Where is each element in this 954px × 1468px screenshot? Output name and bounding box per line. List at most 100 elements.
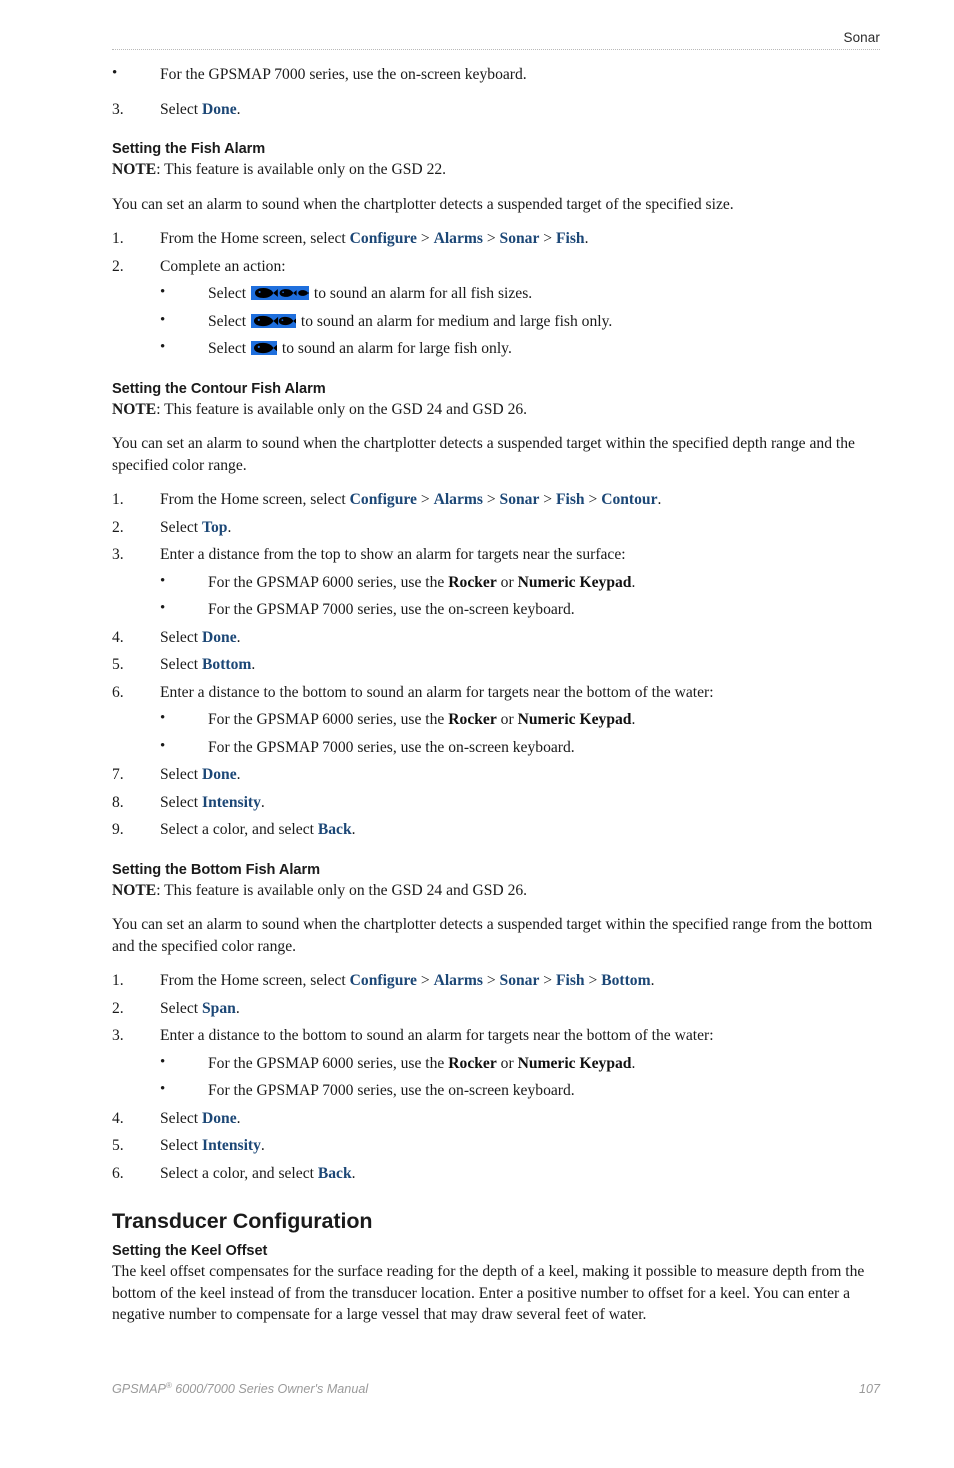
nav-token-bottom[interactable]: Bottom [202, 656, 251, 673]
numbered-step: 7. Select Done. [112, 764, 882, 786]
step-number: 9. [112, 821, 124, 838]
nav-token-span[interactable]: Span [202, 1000, 236, 1017]
step-text-post: . [584, 230, 589, 247]
step-text-pre: From the Home screen, select [160, 491, 350, 508]
list-item-text-post: to sound an alarm for medium and large f… [297, 312, 613, 330]
nav-token-done[interactable]: Done [202, 101, 237, 118]
path-separator: > [416, 972, 434, 989]
step-text-post: . [657, 491, 662, 508]
step-text-pre: Select [160, 656, 202, 673]
control-rocker: Rocker [448, 711, 497, 728]
nav-token-top[interactable]: Top [202, 519, 227, 536]
step-number: 3. [112, 546, 124, 563]
list-item: • For the GPSMAP 7000 series, use the on… [160, 737, 882, 759]
nav-token-sonar[interactable]: Sonar [500, 972, 540, 989]
intro-contour-fish-alarm: You can set an alarm to sound when the c… [112, 435, 855, 474]
bullet-glyph: • [160, 737, 166, 754]
step-text-post: . [351, 821, 356, 838]
fish-icon-one[interactable] [251, 341, 277, 355]
step-number: 3. [112, 1027, 124, 1044]
list-item-text: For the GPSMAP 7000 series, use the on-s… [208, 1082, 575, 1099]
list-item-text-post: . [631, 1054, 636, 1072]
bullet-glyph: • [160, 311, 166, 328]
step-text-pre: Select [160, 766, 202, 783]
nav-token-fish[interactable]: Fish [556, 491, 585, 508]
step-text-post: . [227, 518, 232, 536]
list-item-text-mid: or [496, 711, 518, 728]
step-text-post: . [650, 972, 655, 989]
step-number: 6. [112, 1164, 124, 1182]
header-divider [112, 49, 880, 50]
manual-page: Sonar • For the GPSMAP 7000 series, use … [0, 0, 954, 1468]
step-number: 6. [112, 683, 124, 701]
nav-token-contour[interactable]: Contour [601, 491, 657, 508]
fish-icon-three[interactable] [251, 286, 309, 300]
nav-token-bottom[interactable]: Bottom [601, 972, 650, 989]
list-item-text-pre: For the GPSMAP 6000 series, use the [208, 711, 449, 728]
section-heading-contour-fish-alarm: Setting the Contour Fish Alarm [112, 380, 326, 397]
bullet-glyph: • [160, 572, 166, 589]
section-heading-bottom-fish-alarm: Setting the Bottom Fish Alarm [112, 861, 321, 878]
step-text: Complete an action: [160, 257, 286, 275]
note-bottom-fish-alarm: NOTE: This feature is available only on … [112, 880, 882, 902]
list-item: • For the GPSMAP 7000 series, use the on… [112, 64, 882, 86]
list-item-text-post: to sound an alarm for large fish only. [278, 340, 512, 357]
nav-token-sonar[interactable]: Sonar [500, 230, 540, 247]
step-number: 1. [112, 491, 124, 508]
step-number: 7. [112, 766, 124, 783]
list-item-text-pre: Select [208, 285, 250, 302]
nav-token-back[interactable]: Back [318, 1165, 352, 1182]
nav-token-done[interactable]: Done [202, 629, 237, 646]
numbered-step: 4. Select Done. [112, 627, 882, 649]
path-separator: > [416, 230, 434, 247]
note-label: NOTE [112, 881, 157, 899]
nav-token-alarms[interactable]: Alarms [434, 491, 483, 508]
nav-token-configure[interactable]: Configure [350, 972, 417, 989]
nav-token-intensity[interactable]: Intensity [202, 794, 261, 811]
nav-token-configure[interactable]: Configure [350, 491, 417, 508]
running-header: Sonar [112, 30, 880, 50]
step-text-pre: Select a color, and select [160, 1164, 318, 1182]
nav-token-alarms[interactable]: Alarms [434, 230, 483, 247]
list-item: • For the GPSMAP 7000 series, use the on… [160, 1080, 882, 1102]
step-number: 4. [112, 1109, 124, 1127]
nav-token-alarms[interactable]: Alarms [434, 972, 483, 989]
list-item-text-mid: or [496, 1054, 518, 1072]
numbered-step: 1. From the Home screen, select Configur… [112, 489, 882, 511]
list-item: • Select to sound an alarm for all fish … [160, 283, 882, 305]
step-number: 2. [112, 257, 124, 275]
list-item-text: For the GPSMAP 7000 series, use the on-s… [208, 601, 575, 618]
step-text-post: . [236, 766, 241, 783]
nav-token-done[interactable]: Done [202, 766, 237, 783]
path-separator: > [584, 972, 602, 989]
nav-token-intensity[interactable]: Intensity [202, 1137, 261, 1154]
nav-token-sonar[interactable]: Sonar [500, 491, 540, 508]
numbered-step: 2. Select Top. [112, 517, 882, 539]
note-text: : This feature is available only on the … [156, 400, 528, 418]
fish-icon-two[interactable] [251, 313, 296, 328]
content-column: • For the GPSMAP 7000 series, use the on… [112, 64, 882, 1326]
numbered-step: 5. Select Bottom. [112, 654, 882, 676]
bullet-glyph: • [160, 284, 166, 300]
nav-token-done[interactable]: Done [202, 1110, 237, 1127]
path-separator: > [539, 491, 556, 508]
running-header-title: Sonar [843, 30, 880, 45]
footer-manual-title: GPSMAP® 6000/7000 Series Owner's Manual [112, 1381, 368, 1396]
bullet-glyph: • [160, 339, 166, 355]
nav-token-configure[interactable]: Configure [350, 230, 417, 247]
numbered-step: 2. Complete an action: [112, 256, 882, 278]
nav-token-back[interactable]: Back [318, 821, 352, 838]
numbered-step: 1. From the Home screen, select Configur… [112, 228, 882, 250]
numbered-step: 6. Enter a distance to the bottom to sou… [112, 682, 882, 704]
step-number: 1. [112, 230, 124, 247]
list-item-text-post: . [631, 711, 636, 728]
step-text-post: . [260, 1137, 265, 1154]
step-number: 3. [112, 100, 124, 118]
note-fish-alarm: NOTE: This feature is available only on … [112, 159, 882, 181]
nav-token-fish[interactable]: Fish [556, 972, 585, 989]
list-item: • Select to sound an alarm for medium an… [160, 311, 882, 333]
nav-token-fish[interactable]: Fish [556, 230, 585, 247]
path-separator: > [416, 491, 434, 508]
step-number: 2. [112, 999, 124, 1017]
step-text: Enter a distance to the bottom to sound … [160, 683, 714, 701]
